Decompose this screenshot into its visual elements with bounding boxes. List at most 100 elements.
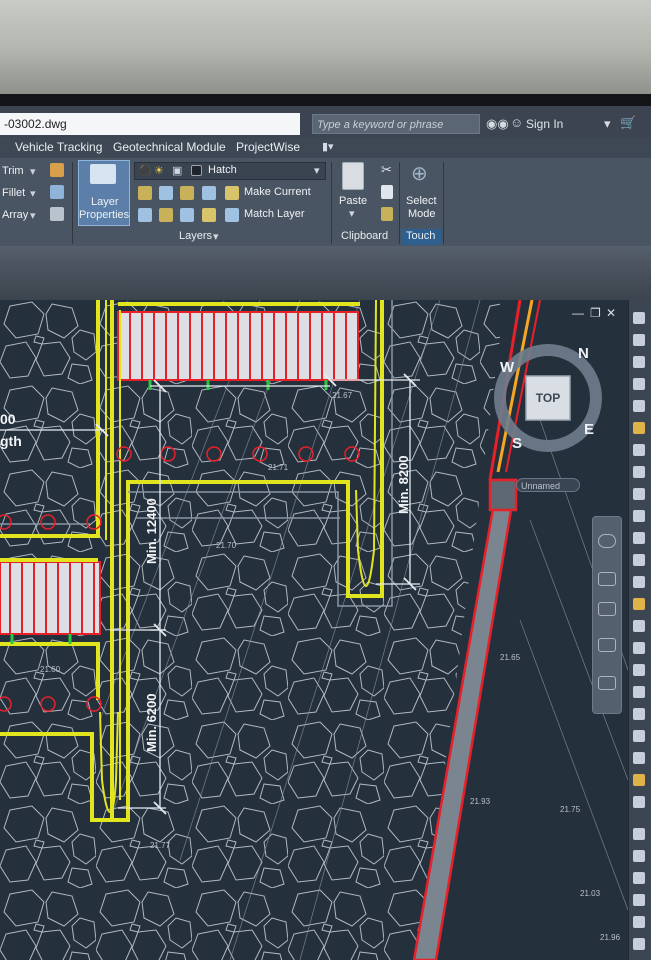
panel-separator: [72, 162, 73, 244]
erase-icon[interactable]: [50, 163, 64, 177]
make-current-icon[interactable]: [225, 186, 239, 200]
tool-icon[interactable]: [633, 664, 645, 676]
layer-tool-icon[interactable]: [180, 186, 194, 200]
explode-icon[interactable]: [50, 185, 64, 199]
layer-tool-icon[interactable]: [159, 186, 173, 200]
lock-icon: ▣: [172, 165, 183, 177]
sun-icon: ☀: [154, 165, 164, 177]
tool-icon[interactable]: [633, 796, 645, 808]
layer-tool-icon[interactable]: [159, 208, 173, 222]
sign-in-button[interactable]: Sign In: [526, 117, 563, 131]
layer-tool-icon[interactable]: [138, 208, 152, 222]
file-tab[interactable]: -03002.dwg: [0, 113, 300, 135]
spot-level: 21.71: [268, 463, 289, 472]
dropdown-arrow-icon[interactable]: ▾: [30, 165, 36, 178]
layer-tool-icon[interactable]: [180, 208, 194, 222]
paste-icon[interactable]: [342, 162, 364, 190]
menu-projectwise[interactable]: ProjectWise: [236, 140, 300, 154]
chevron-down-icon[interactable]: ▾: [213, 230, 219, 243]
cut-icon[interactable]: ✂: [381, 162, 392, 178]
orbit-icon[interactable]: [598, 638, 616, 652]
fillet-button[interactable]: Fillet: [2, 187, 25, 199]
tool-icon[interactable]: [633, 532, 645, 544]
tool-icon[interactable]: [633, 356, 645, 368]
layer-tool-icon[interactable]: [138, 186, 152, 200]
layer-tool-icon[interactable]: [202, 208, 216, 222]
trim-button[interactable]: Trim: [2, 165, 24, 177]
make-current-button[interactable]: Make Current: [244, 186, 311, 198]
tool-icon[interactable]: [633, 422, 645, 434]
layers-panel-title[interactable]: Layers: [179, 230, 212, 242]
steering-wheel-icon[interactable]: [598, 534, 616, 548]
tool-icon[interactable]: [633, 510, 645, 522]
tool-icon[interactable]: [633, 752, 645, 764]
tool-icon[interactable]: [633, 894, 645, 906]
tool-icon[interactable]: [633, 850, 645, 862]
select-mode-label-2[interactable]: Mode: [408, 208, 436, 220]
user-icon[interactable]: ☺: [510, 115, 523, 130]
viewcube-top-face[interactable]: TOP: [536, 391, 560, 405]
compass-west[interactable]: W: [500, 359, 515, 376]
chevron-down-icon[interactable]: ▾: [349, 207, 355, 220]
compass-south[interactable]: S: [512, 435, 522, 452]
tool-icon[interactable]: [633, 916, 645, 928]
crosshair-icon[interactable]: ⊕: [411, 161, 428, 186]
array-button[interactable]: Array: [2, 209, 28, 221]
paste-button[interactable]: Paste: [339, 195, 367, 207]
dropdown-arrow-icon[interactable]: ▾: [30, 209, 36, 222]
spot-level: 21.77: [150, 841, 171, 850]
dimension-12400: Min. 12400: [144, 498, 159, 564]
tool-icon[interactable]: [633, 938, 645, 950]
tool-icon[interactable]: [633, 828, 645, 840]
tool-icon[interactable]: [633, 554, 645, 566]
monitor-bezel: [0, 94, 651, 106]
tool-icon[interactable]: [633, 598, 645, 610]
restore-icon[interactable]: ❐: [590, 306, 601, 320]
zoom-icon[interactable]: [598, 602, 616, 616]
tool-icon[interactable]: [633, 774, 645, 786]
tool-icon[interactable]: [633, 708, 645, 720]
menu-vehicle-tracking[interactable]: Vehicle Tracking: [15, 140, 102, 154]
tool-icon[interactable]: [633, 686, 645, 698]
color-swatch-icon: [191, 165, 202, 176]
select-mode-label-1[interactable]: Select: [406, 195, 437, 207]
match-properties-icon[interactable]: [381, 207, 393, 221]
tool-icon[interactable]: [633, 400, 645, 412]
tool-icon[interactable]: [633, 576, 645, 588]
spot-level: 21.70: [216, 541, 237, 550]
tool-icon[interactable]: [633, 730, 645, 742]
minimize-icon[interactable]: —: [572, 306, 584, 320]
tool-icon[interactable]: [633, 620, 645, 632]
cart-icon[interactable]: 🛒: [620, 115, 636, 131]
tool-icon[interactable]: [633, 488, 645, 500]
showmotion-icon[interactable]: [598, 676, 616, 690]
menu-geotechnical-module[interactable]: Geotechnical Module: [113, 140, 226, 154]
layer-tool-icon[interactable]: [202, 186, 216, 200]
tool-icon[interactable]: [633, 378, 645, 390]
dropdown-arrow-icon[interactable]: ▾: [30, 187, 36, 200]
drawing-canvas[interactable]: Min. 12400 Min. 8200 Min. 6200 00 gth 21…: [0, 300, 628, 960]
pan-icon[interactable]: [598, 572, 616, 586]
tool-icon[interactable]: [633, 312, 645, 324]
offset-icon[interactable]: [50, 207, 64, 221]
compass-north[interactable]: N: [578, 345, 589, 362]
close-icon[interactable]: ✕: [606, 306, 616, 320]
panel-separator: [331, 162, 332, 244]
tool-icon[interactable]: [633, 642, 645, 654]
tool-icon[interactable]: [633, 444, 645, 456]
tool-icon[interactable]: [633, 466, 645, 478]
compass-east[interactable]: E: [584, 421, 594, 438]
match-layer-icon[interactable]: [225, 208, 239, 222]
tool-icon[interactable]: [633, 334, 645, 346]
spot-level: 21.60: [40, 665, 61, 674]
ucs-label[interactable]: Unnamed: [516, 478, 580, 492]
dimension-text-partial: gth: [0, 433, 22, 449]
binoculars-icon[interactable]: ◉◉: [486, 116, 509, 132]
match-layer-button[interactable]: Match Layer: [244, 208, 305, 220]
toolbar-area: [0, 246, 651, 300]
dropdown-arrow-icon[interactable]: ▾: [604, 116, 611, 132]
tool-icon[interactable]: [633, 872, 645, 884]
copy-icon[interactable]: [381, 185, 393, 199]
video-icon[interactable]: ▮▾: [322, 140, 334, 153]
search-input[interactable]: Type a keyword or phrase: [312, 114, 480, 134]
